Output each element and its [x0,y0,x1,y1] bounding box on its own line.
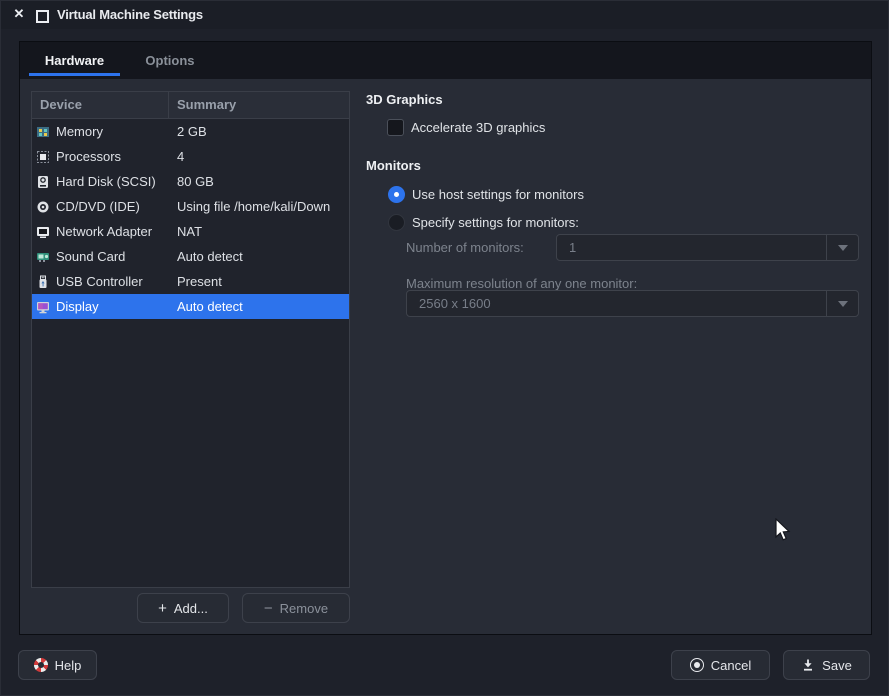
chevron-down-icon [826,291,858,316]
accelerate-3d-label: Accelerate 3D graphics [411,120,545,135]
device-summary: NAT [169,224,349,239]
accelerate-3d-checkbox[interactable] [387,119,404,136]
display-icon [36,300,51,314]
device-name: USB Controller [56,274,143,289]
tab-hardware[interactable]: Hardware [29,42,120,76]
section-heading-3d-graphics: 3D Graphics [366,92,443,107]
help-icon [34,658,48,672]
mouse-cursor [774,518,796,549]
memory-icon [36,125,51,139]
specify-settings-label: Specify settings for monitors: [412,215,579,230]
close-icon[interactable]: ✕ [11,6,27,22]
save-button[interactable]: Save [783,650,870,680]
device-name: Memory [56,124,103,139]
vm-settings-window: ✕ Virtual Machine Settings Hardware Opti… [0,0,889,696]
chevron-down-icon [826,235,858,260]
device-summary: 80 GB [169,174,349,189]
specify-settings-radio[interactable] [388,214,405,231]
network-adapter-icon [36,225,51,239]
titlebar: ✕ Virtual Machine Settings [1,1,888,29]
plus-icon: + [158,601,167,616]
table-row-processors[interactable]: Processors 4 [32,144,349,169]
sound-card-icon [36,250,51,264]
device-name: Processors [56,149,121,164]
table-row-memory[interactable]: Memory 2 GB [32,119,349,144]
max-resolution-label: Maximum resolution of any one monitor: [406,276,637,291]
cd-dvd-icon [36,200,51,214]
device-table: Device Summary Memory 2 GB Processors 4 … [31,91,350,588]
device-name: CD/DVD (IDE) [56,199,140,214]
use-host-settings-radio[interactable] [388,186,405,203]
table-row-network-adapter[interactable]: Network Adapter NAT [32,219,349,244]
hardware-pane: Device Summary Memory 2 GB Processors 4 … [20,79,871,634]
device-name: Hard Disk (SCSI) [56,174,156,189]
help-button[interactable]: Help [18,650,97,680]
device-summary: 4 [169,149,349,164]
save-icon [801,658,815,672]
dropdown-value: 2560 x 1600 [407,296,826,311]
number-of-monitors-dropdown[interactable]: 1 [556,234,859,261]
device-name: Display [56,299,99,314]
device-summary: Using file /home/kali/Down [169,199,349,214]
device-summary: Auto detect [169,249,349,264]
window-icon[interactable] [36,10,49,23]
number-of-monitors-label: Number of monitors: [406,240,524,255]
hard-disk-icon [36,175,51,189]
tab-options[interactable]: Options [124,42,215,76]
table-row-sound-card[interactable]: Sound Card Auto detect [32,244,349,269]
device-summary: Auto detect [169,299,349,314]
device-summary: Present [169,274,349,289]
add-device-button[interactable]: + Add... [137,593,229,623]
cancel-button[interactable]: Cancel [671,650,770,680]
table-row-cd-dvd[interactable]: CD/DVD (IDE) Using file /home/kali/Down [32,194,349,219]
tab-strip: Hardware Options [20,42,871,79]
column-header-summary[interactable]: Summary [169,92,349,118]
column-header-device[interactable]: Device [32,92,169,118]
max-resolution-dropdown[interactable]: 2560 x 1600 [406,290,859,317]
device-name: Network Adapter [56,224,152,239]
table-row-display[interactable]: Display Auto detect [32,294,349,319]
usb-controller-icon [36,275,51,289]
remove-device-button[interactable]: − Remove [242,593,350,623]
use-host-settings-label: Use host settings for monitors [412,187,584,202]
dropdown-value: 1 [557,240,826,255]
device-name: Sound Card [56,249,125,264]
window-title: Virtual Machine Settings [57,1,203,29]
cancel-icon [690,658,704,672]
processors-icon [36,150,51,164]
table-row-usb-controller[interactable]: USB Controller Present [32,269,349,294]
section-heading-monitors: Monitors [366,158,421,173]
settings-notebook: Hardware Options Device Summary Memory 2… [19,41,872,635]
minus-icon: − [264,601,273,616]
table-row-hard-disk[interactable]: Hard Disk (SCSI) 80 GB [32,169,349,194]
table-header: Device Summary [32,92,349,119]
device-summary: 2 GB [169,124,349,139]
